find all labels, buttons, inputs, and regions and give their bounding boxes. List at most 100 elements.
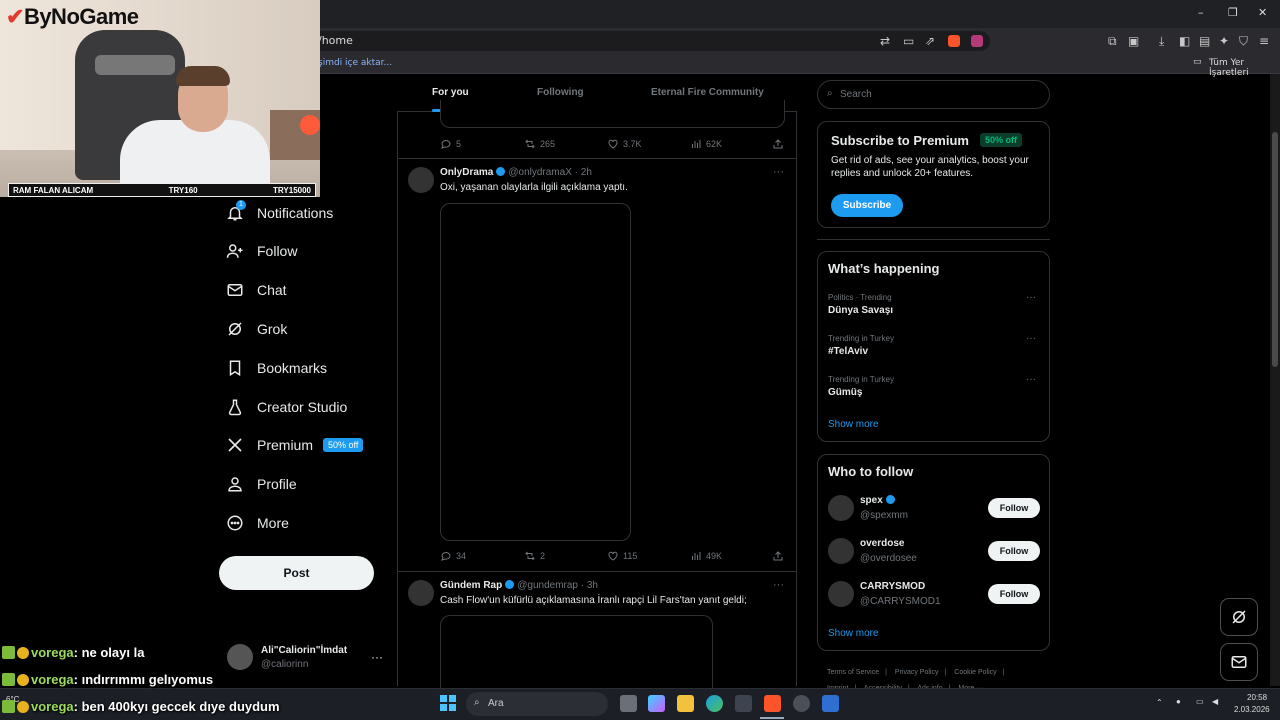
more-icon[interactable]: ··· bbox=[1026, 374, 1036, 385]
search-input[interactable]: ⌕ Search bbox=[817, 80, 1050, 109]
windows-start-icon[interactable] bbox=[440, 695, 456, 711]
follow-suggestion-name[interactable]: CARRYSMOD bbox=[860, 581, 925, 592]
brave-rewards-icon[interactable] bbox=[971, 35, 983, 47]
subscribe-button[interactable]: Subscribe bbox=[831, 194, 903, 217]
footer-link[interactable]: Cookie Policy bbox=[954, 669, 996, 676]
tab-following[interactable]: Following bbox=[537, 87, 584, 98]
microphone-icon[interactable]: ● bbox=[1176, 697, 1181, 706]
verified-icon bbox=[885, 495, 895, 504]
reply-button[interactable]: 34 bbox=[440, 550, 466, 562]
repost-icon bbox=[525, 551, 535, 561]
more-icon[interactable]: ··· bbox=[773, 579, 784, 591]
clock-date[interactable]: 2.03.2026 bbox=[1234, 705, 1270, 714]
trend-item[interactable]: Dünya Savaşı bbox=[828, 305, 893, 316]
donation-current: TRY160 bbox=[168, 186, 198, 195]
repost-count: 2 bbox=[540, 551, 546, 561]
reply-button[interactable]: 5 bbox=[440, 138, 461, 150]
nav-chat[interactable]: Chat bbox=[225, 277, 287, 303]
store-icon[interactable] bbox=[735, 695, 752, 712]
nav-profile[interactable]: Profile bbox=[225, 471, 297, 497]
tweet-time[interactable]: · 2h bbox=[575, 167, 592, 178]
author-handle[interactable]: @onlydramaX bbox=[508, 167, 572, 178]
like-button[interactable]: 3.7K bbox=[607, 138, 642, 150]
tab-for-you[interactable]: For you bbox=[432, 87, 469, 98]
file-explorer-icon[interactable] bbox=[677, 695, 694, 712]
footer-link[interactable]: Terms of Service bbox=[827, 669, 879, 676]
tweet-media[interactable] bbox=[440, 615, 713, 690]
app-icon[interactable] bbox=[793, 695, 810, 712]
views-button[interactable]: 49K bbox=[690, 550, 722, 562]
author-name[interactable]: OnlyDrama bbox=[440, 167, 493, 178]
volume-icon[interactable]: ◀ bbox=[1212, 697, 1218, 706]
more-icon[interactable]: ··· bbox=[773, 166, 784, 178]
brave-browser-icon[interactable] bbox=[764, 695, 781, 712]
footer-link[interactable]: Privacy Policy bbox=[895, 669, 939, 676]
avatar[interactable] bbox=[408, 167, 434, 193]
tweet-media[interactable] bbox=[440, 203, 631, 541]
menu-icon[interactable]: ≡ bbox=[1259, 35, 1269, 47]
app-icon[interactable] bbox=[822, 695, 839, 712]
tweet-media[interactable] bbox=[440, 100, 785, 128]
follow-button[interactable]: Follow bbox=[988, 584, 1040, 604]
vpn-icon[interactable]: ⛉ bbox=[1239, 35, 1248, 47]
translate-icon[interactable]: ⇄ bbox=[880, 35, 890, 47]
nav-more[interactable]: More bbox=[225, 510, 289, 536]
network-icon[interactable]: ▭ bbox=[1196, 697, 1204, 706]
more-icon[interactable]: ··· bbox=[1026, 333, 1036, 344]
tweet-time[interactable]: · 3h bbox=[581, 580, 598, 591]
premium-discount-badge: 50% off bbox=[980, 133, 1023, 147]
share-icon[interactable]: ⇗ bbox=[925, 35, 935, 47]
taskbar-search-input[interactable]: ⌕ Ara bbox=[466, 692, 608, 716]
task-view-icon[interactable] bbox=[620, 695, 637, 712]
show-more-link[interactable]: Show more bbox=[828, 628, 879, 639]
clock-time[interactable]: 20:58 bbox=[1247, 693, 1267, 702]
extensions-icon[interactable]: ⧉ bbox=[1108, 35, 1117, 47]
follow-button[interactable]: Follow bbox=[988, 498, 1040, 518]
download-icon[interactable]: ⤓ bbox=[1159, 35, 1164, 47]
leo-ai-icon[interactable]: ✦ bbox=[1219, 35, 1229, 47]
share-button[interactable] bbox=[772, 550, 788, 562]
import-bookmarks-link[interactable]: şimdi içe aktar... bbox=[318, 58, 392, 68]
follow-suggestion-name[interactable]: overdose bbox=[860, 538, 904, 549]
avatar[interactable] bbox=[408, 580, 434, 606]
author-name[interactable]: Gündem Rap bbox=[440, 580, 502, 591]
chevron-up-icon[interactable]: ⌃ bbox=[1156, 698, 1163, 707]
close-window-button[interactable]: ✕ bbox=[1258, 6, 1267, 19]
grok-floating-button[interactable] bbox=[1220, 598, 1258, 636]
post-button[interactable]: Post bbox=[219, 556, 374, 590]
edge-icon[interactable] bbox=[706, 695, 723, 712]
account-switcher[interactable]: Ali"Caliorin"İmdat @caliorinn ··· bbox=[227, 644, 387, 674]
trend-item[interactable]: #TelAviv bbox=[828, 346, 868, 357]
share-button[interactable] bbox=[772, 138, 788, 150]
like-button[interactable]: 115 bbox=[607, 550, 637, 562]
minimize-button[interactable]: – bbox=[1198, 6, 1204, 19]
restore-button[interactable]: ❐ bbox=[1228, 6, 1238, 19]
nav-bookmarks[interactable]: Bookmarks bbox=[225, 355, 327, 381]
repost-button[interactable]: 2 bbox=[524, 550, 545, 562]
more-icon[interactable]: ··· bbox=[1026, 292, 1036, 303]
avatar[interactable] bbox=[828, 495, 854, 521]
views-button[interactable]: 62K bbox=[690, 138, 722, 150]
brave-shield-icon[interactable] bbox=[948, 35, 960, 47]
follow-button[interactable]: Follow bbox=[988, 541, 1040, 561]
like-count: 3.7K bbox=[623, 139, 642, 149]
avatar[interactable] bbox=[828, 581, 854, 607]
cast-icon[interactable]: ▭ bbox=[903, 35, 914, 47]
nav-premium[interactable]: Premium 50% off bbox=[225, 432, 364, 458]
trend-item[interactable]: Gümüş bbox=[828, 387, 862, 398]
messages-floating-button[interactable] bbox=[1220, 643, 1258, 681]
follow-suggestion-name[interactable]: spex bbox=[860, 495, 898, 506]
nav-follow[interactable]: Follow bbox=[225, 238, 297, 264]
copilot-icon[interactable] bbox=[648, 695, 665, 712]
show-more-link[interactable]: Show more bbox=[828, 419, 879, 430]
wallet-icon[interactable]: ▤ bbox=[1199, 35, 1210, 47]
nav-grok[interactable]: Grok bbox=[225, 316, 287, 342]
repost-button[interactable]: 265 bbox=[524, 138, 555, 150]
author-handle[interactable]: @gundemrap bbox=[517, 580, 578, 591]
nav-creator-studio[interactable]: Creator Studio bbox=[225, 394, 347, 420]
scrollbar-thumb[interactable] bbox=[1272, 132, 1278, 367]
sidebar-icon[interactable]: ◧ bbox=[1179, 35, 1190, 47]
avatar[interactable] bbox=[828, 538, 854, 564]
reader-icon[interactable]: ▣ bbox=[1128, 35, 1139, 47]
tab-eternal-fire-community[interactable]: Eternal Fire Community bbox=[651, 87, 764, 98]
